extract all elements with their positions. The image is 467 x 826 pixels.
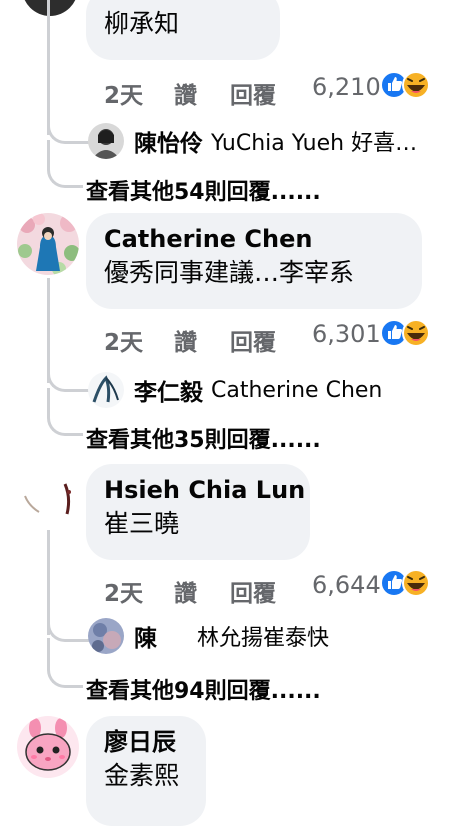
comment-bubble: 柳承知 [86,0,280,60]
comment-actions: 2天 讚 回覆 [104,76,304,109]
comment-text: 崔三曉 [104,509,180,538]
reply-avatar [88,372,124,408]
comment-text: 金素熙 [104,761,180,790]
reply-text: 林允揚崔泰快 [197,626,330,651]
comment-bubble: 廖日辰 金素熙 [86,716,206,826]
thread-connector [47,638,83,688]
like-button[interactable]: 讚 [174,323,197,357]
comment-avatar[interactable] [17,716,79,778]
comment-actions: 2天 讚 回覆 [104,323,304,356]
comment-actions: 2天 讚 回覆 [104,574,304,607]
reply-author[interactable]: 陳 [134,619,157,653]
haha-icon [402,319,430,347]
like-button[interactable]: 讚 [174,574,197,608]
comment-author[interactable]: 廖日辰 [104,726,188,758]
view-more-replies-link[interactable]: 查看其他94則回覆...... [86,673,321,705]
haha-icon [402,569,430,597]
thread-connector [47,110,89,144]
reply-avatar [88,123,124,159]
reaction-icons[interactable] [380,70,434,100]
reaction-icons[interactable] [380,568,434,598]
reaction-count[interactable]: 6,301 [312,320,381,348]
reply-avatar [88,618,124,654]
comment-bubble: Hsieh Chia Lun 崔三曉 [86,464,310,560]
reply-text: Catherine Chen [211,377,383,403]
reaction-count[interactable]: 6,210 [312,73,381,101]
reply-author[interactable]: 陳怡伶 [134,124,203,158]
reply-preview[interactable]: 李仁毅 Catherine Chen [88,368,382,412]
comment-timestamp[interactable]: 2天 [104,323,143,357]
view-more-replies-link[interactable]: 查看其他54則回覆...... [86,174,321,206]
haha-icon [402,71,430,99]
reply-preview[interactable]: 陳怡伶 YuChia Yueh 好喜… [88,119,417,163]
reply-button[interactable]: 回覆 [230,323,276,357]
comment-text: 優秀同事建議…李宰系 [104,258,355,287]
comment-timestamp[interactable]: 2天 [104,574,143,608]
reply-text: YuChia Yueh 好喜… [211,131,418,156]
reply-author[interactable]: 李仁毅 [134,373,203,407]
reply-preview[interactable]: 陳 林允揚崔泰快 [88,614,329,658]
comment-avatar[interactable] [17,213,79,275]
thread-connector [47,140,83,188]
comment-bubble: Catherine Chen 優秀同事建議…李宰系 [86,213,422,309]
comment-text: 柳承知 [104,9,180,38]
reaction-icons[interactable] [380,318,434,348]
reply-button[interactable]: 回覆 [230,574,276,608]
reaction-count[interactable]: 6,644 [312,571,381,599]
like-button[interactable]: 讚 [174,76,197,110]
comment-author[interactable]: Hsieh Chia Lun [104,474,305,506]
comment-avatar[interactable] [17,466,79,528]
comment-timestamp[interactable]: 2天 [104,76,143,110]
reply-button[interactable]: 回覆 [230,76,276,110]
thread-connector [47,388,83,436]
comment-author[interactable]: Catherine Chen [104,223,404,255]
comment-avatar[interactable] [22,0,78,16]
view-more-replies-link[interactable]: 查看其他35則回覆...... [86,422,321,454]
